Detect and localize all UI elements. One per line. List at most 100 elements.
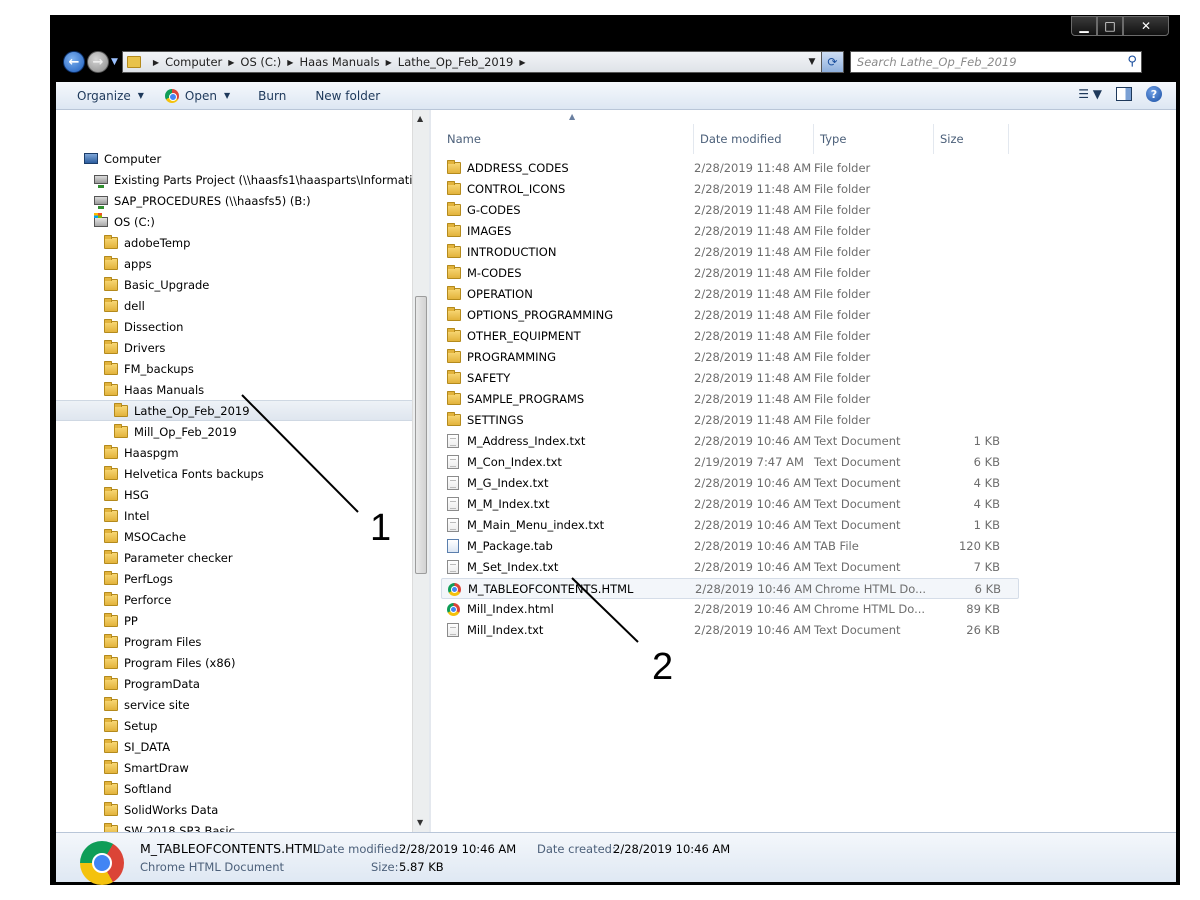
breadcrumb-item[interactable]: Haas Manuals <box>299 55 379 69</box>
breadcrumb-item[interactable]: Lathe_Op_Feb_2019 <box>398 55 514 69</box>
tree-item[interactable]: PerfLogs <box>56 568 412 589</box>
file-type: File folder <box>814 371 871 385</box>
tree-item[interactable]: Mill_Op_Feb_2019 <box>56 421 412 442</box>
tree-item[interactable]: Parameter checker <box>56 547 412 568</box>
tree-item[interactable]: Existing Parts Project (\\haasfs1\haaspa… <box>56 169 412 190</box>
file-row[interactable]: M_Con_Index.txt 2/19/2019 7:47 AM Text Doc… <box>441 452 1019 473</box>
file-row[interactable]: ADDRESS_CODES 2/28/2019 11:48 AM File fold… <box>441 158 1019 179</box>
file-row[interactable]: M_Main_Menu_index.txt 2/28/2019 10:46 AM T… <box>441 515 1019 536</box>
explorer-window: ▁ □ ✕ ← → ▼ ▶ Computer ▶ OS (C:) ▶ Haas Manu… <box>50 15 1180 885</box>
burn-button[interactable]: Burn <box>258 89 286 103</box>
maximize-button[interactable]: □ <box>1097 16 1123 36</box>
close-button[interactable]: ✕ <box>1123 16 1169 36</box>
preview-pane-icon[interactable] <box>1116 87 1132 101</box>
file-row[interactable]: OTHER_EQUIPMENT 2/28/2019 11:48 AM File fo… <box>441 326 1019 347</box>
recent-pages-dropdown-icon[interactable]: ▼ <box>111 57 118 67</box>
file-list-pane: Name ▲ Date modified Type Size ADDRESS_C… <box>431 110 1176 832</box>
tree-item[interactable]: Computer <box>56 148 412 169</box>
file-row[interactable]: SETTINGS 2/28/2019 11:48 AM File folder <box>441 410 1019 431</box>
file-type: Text Document <box>814 623 901 637</box>
tree-item-label: Drivers <box>124 340 166 355</box>
help-icon[interactable]: ? <box>1146 86 1162 102</box>
file-row[interactable]: PROGRAMMING 2/28/2019 11:48 AM File folder <box>441 347 1019 368</box>
file-row[interactable]: OPERATION 2/28/2019 11:48 AM File folder <box>441 284 1019 305</box>
tree-item[interactable]: HSG <box>56 484 412 505</box>
scrollbar-thumb[interactable] <box>415 296 427 574</box>
tree-item[interactable]: Helvetica Fonts backups <box>56 463 412 484</box>
breadcrumb-item[interactable]: OS (C:) <box>240 55 281 69</box>
search-icon[interactable]: ⚲ <box>1127 54 1137 69</box>
file-row[interactable]: M_Package.tab 2/28/2019 10:46 AM TAB File 1… <box>441 536 1019 557</box>
file-date-modified: 2/28/2019 11:48 AM <box>694 392 812 406</box>
file-row[interactable]: M_TABLEOFCONTENTS.HTML 2/28/2019 10:46 AM… <box>441 578 1019 599</box>
tree-item[interactable]: Setup <box>56 715 412 736</box>
search-box[interactable]: Search Lathe_Op_Feb_2019 ⚲ <box>849 51 1142 73</box>
file-row[interactable]: CONTROL_ICONS 2/28/2019 11:48 AM File fold… <box>441 179 1019 200</box>
file-row[interactable]: Mill_Index.html 2/28/2019 10:46 AM Chrome … <box>441 599 1019 620</box>
tree-item[interactable]: Softland <box>56 778 412 799</box>
file-row[interactable]: OPTIONS_PROGRAMMING 2/28/2019 11:48 AM Fil… <box>441 305 1019 326</box>
file-row[interactable]: M_M_Index.txt 2/28/2019 10:46 AM Text Docu… <box>441 494 1019 515</box>
column-header-type[interactable]: Type <box>814 124 934 154</box>
navigation-scrollbar[interactable]: ▲ ▼ <box>412 110 429 832</box>
tree-item[interactable]: MSOCache <box>56 526 412 547</box>
scroll-down-icon[interactable]: ▼ <box>417 818 423 827</box>
tree-item[interactable]: dell <box>56 295 412 316</box>
file-row[interactable]: M_Set_Index.txt 2/28/2019 10:46 AM Text Do… <box>441 557 1019 578</box>
breadcrumb-item[interactable]: Computer <box>165 55 222 69</box>
scroll-up-icon[interactable]: ▲ <box>417 114 423 123</box>
column-header-size[interactable]: Size <box>934 124 1009 154</box>
address-bar[interactable]: ▶ Computer ▶ OS (C:) ▶ Haas Manuals ▶ Lathe_Op… <box>121 51 844 73</box>
folder-icon <box>447 223 461 237</box>
file-row[interactable]: M_Address_Index.txt 2/28/2019 10:46 AM Tex… <box>441 431 1019 452</box>
chevron-right-icon[interactable]: ▶ <box>153 58 159 67</box>
minimize-button[interactable]: ▁ <box>1071 16 1097 36</box>
tree-item[interactable]: Dissection <box>56 316 412 337</box>
tree-item[interactable]: apps <box>56 253 412 274</box>
column-size-label: Size <box>940 132 964 146</box>
chevron-right-icon[interactable]: ▶ <box>287 58 293 67</box>
column-header-name[interactable]: Name <box>441 124 694 154</box>
tree-item[interactable]: PP <box>56 610 412 631</box>
tree-item[interactable]: Program Files (x86) <box>56 652 412 673</box>
refresh-button[interactable]: ⟳ <box>820 52 843 72</box>
tree-item[interactable]: SmartDraw <box>56 757 412 778</box>
file-row[interactable]: INTRODUCTION 2/28/2019 11:48 AM File folde… <box>441 242 1019 263</box>
tree-item[interactable]: FM_backups <box>56 358 412 379</box>
tree-item[interactable]: Basic_Upgrade <box>56 274 412 295</box>
back-button[interactable]: ← <box>63 51 85 73</box>
file-row[interactable]: Mill_Index.txt 2/28/2019 10:46 AM Text Doc… <box>441 620 1019 641</box>
tree-item[interactable]: adobeTemp <box>56 232 412 253</box>
tree-item[interactable]: Drivers <box>56 337 412 358</box>
file-row[interactable]: SAFETY 2/28/2019 11:48 AM File folder <box>441 368 1019 389</box>
tree-item[interactable]: Program Files <box>56 631 412 652</box>
chevron-right-icon[interactable]: ▶ <box>519 58 525 67</box>
change-view-icon[interactable]: ☰ ▼ <box>1078 87 1102 101</box>
tree-item[interactable]: Lathe_Op_Feb_2019 <box>56 400 412 421</box>
tree-item[interactable]: SolidWorks Data <box>56 799 412 820</box>
tree-item[interactable]: Perforce <box>56 589 412 610</box>
tree-item[interactable]: SAP_PROCEDURES (\\haasfs5) (B:) <box>56 190 412 211</box>
tree-item[interactable]: Intel <box>56 505 412 526</box>
file-row[interactable]: M-CODES 2/28/2019 11:48 AM File folder <box>441 263 1019 284</box>
file-row[interactable]: M_G_Index.txt 2/28/2019 10:46 AM Text Docu… <box>441 473 1019 494</box>
chevron-right-icon[interactable]: ▶ <box>386 58 392 67</box>
tree-item[interactable]: Haaspgm <box>56 442 412 463</box>
address-history-dropdown-icon[interactable]: ▼ <box>803 57 821 67</box>
tree-item[interactable]: service site <box>56 694 412 715</box>
file-row[interactable]: IMAGES 2/28/2019 11:48 AM File folder <box>441 221 1019 242</box>
tree-item[interactable]: Haas Manuals <box>56 379 412 400</box>
chevron-right-icon[interactable]: ▶ <box>228 58 234 67</box>
organize-menu[interactable]: Organize ▼ <box>77 89 144 103</box>
column-header-date[interactable]: Date modified <box>694 124 814 154</box>
tree-item[interactable]: OS (C:) <box>56 211 412 232</box>
file-row[interactable]: SAMPLE_PROGRAMS 2/28/2019 11:48 AM File fo… <box>441 389 1019 410</box>
tree-item[interactable]: SW 2018 SP3 Basic <box>56 820 412 832</box>
forward-button[interactable]: → <box>87 51 109 73</box>
tree-item[interactable]: SI_DATA <box>56 736 412 757</box>
file-name-cell: OTHER_EQUIPMENT <box>447 328 581 343</box>
open-menu[interactable]: Open ▼ <box>164 88 230 103</box>
file-row[interactable]: G-CODES 2/28/2019 11:48 AM File folder <box>441 200 1019 221</box>
new-folder-button[interactable]: New folder <box>315 89 380 103</box>
tree-item[interactable]: ProgramData <box>56 673 412 694</box>
